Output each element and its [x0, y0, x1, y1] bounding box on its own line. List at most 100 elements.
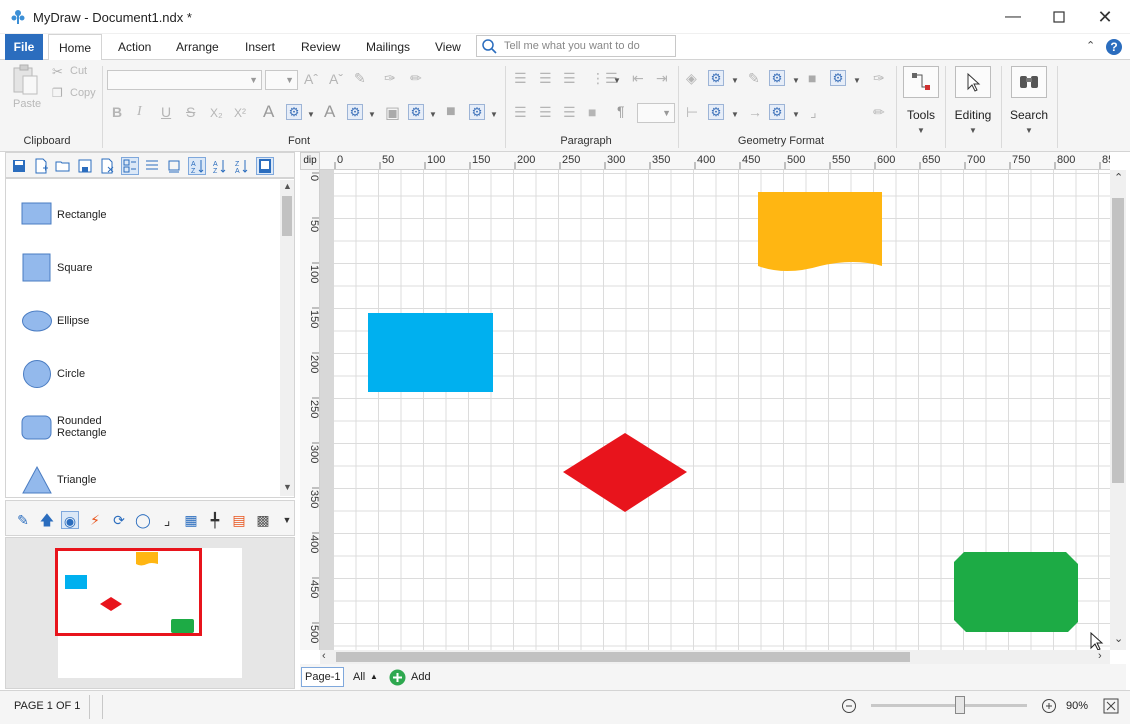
search-button[interactable]: [1011, 66, 1047, 98]
font-size-combo[interactable]: ▼: [265, 70, 298, 90]
elbow-connector-icon[interactable]: ⌟: [158, 511, 176, 529]
zoom-slider-track[interactable]: [871, 704, 1027, 707]
chevron-down-icon[interactable]: ▼: [792, 76, 800, 85]
canvas-horizontal-scrollbar[interactable]: ‹ ›: [320, 650, 1110, 664]
gear-icon[interactable]: ⚙: [408, 104, 424, 120]
zoom-out-icon[interactable]: [841, 698, 857, 714]
chevron-down-icon[interactable]: ▼: [917, 126, 925, 135]
tab-home[interactable]: Home: [48, 34, 103, 61]
open-library-button[interactable]: [54, 157, 72, 175]
scroll-right-icon[interactable]: ›: [1098, 650, 1102, 662]
arrow-up-pointer-icon[interactable]: 🡅: [38, 511, 56, 529]
scroll-left-icon[interactable]: ‹: [322, 650, 326, 662]
library-browser-button[interactable]: [256, 157, 274, 175]
zoom-in-icon[interactable]: [1041, 698, 1057, 714]
scrollbar-thumb[interactable]: [1112, 198, 1124, 483]
bold-icon[interactable]: B: [112, 104, 122, 120]
view-list-button[interactable]: [143, 157, 161, 175]
more-tools-icon[interactable]: ▼: [278, 511, 296, 529]
text-highlight-icon[interactable]: A: [324, 102, 335, 122]
format-painter-icon[interactable]: ✏: [410, 70, 422, 87]
chevron-down-icon[interactable]: ▼: [307, 110, 315, 119]
line-begin-icon[interactable]: ⊢: [686, 104, 698, 121]
scroll-up-icon[interactable]: ▲: [283, 181, 292, 191]
align-middle-icon[interactable]: ☰: [539, 70, 552, 87]
align-center-icon[interactable]: ☰: [539, 104, 552, 121]
zoom-slider-thumb[interactable]: [955, 696, 966, 714]
chevron-down-icon[interactable]: ▼: [490, 110, 498, 119]
underline-icon[interactable]: U: [161, 104, 171, 120]
sort-descending-button[interactable]: ZA: [232, 157, 250, 175]
shape-tool-icon[interactable]: ◉: [61, 511, 79, 529]
corner-rounding-icon[interactable]: ⌟: [810, 104, 817, 121]
gear-icon[interactable]: ⚙: [286, 104, 302, 120]
add-page-icon[interactable]: [389, 669, 406, 686]
strikethrough-icon[interactable]: S: [186, 104, 195, 120]
canvas-vertical-scrollbar[interactable]: ⌃ ⌄: [1110, 170, 1126, 650]
split-icon[interactable]: ╇: [206, 511, 224, 529]
eyedropper-icon[interactable]: ✑: [384, 70, 396, 87]
gear-icon[interactable]: ⚙: [769, 70, 785, 86]
gear-icon[interactable]: ⚙: [347, 104, 363, 120]
fit-to-window-icon[interactable]: [1103, 698, 1119, 714]
list-item-triangle[interactable]: [21, 465, 53, 505]
sort-default-button[interactable]: AZ: [188, 157, 206, 175]
chevron-down-icon[interactable]: ▼: [853, 76, 861, 85]
gear-icon[interactable]: ⚙: [769, 104, 785, 120]
superscript-icon[interactable]: X²: [234, 106, 246, 120]
format-painter-icon[interactable]: ✏: [873, 104, 885, 121]
gear-icon[interactable]: ⚙: [830, 70, 846, 86]
blue-rectangle-shape[interactable]: [368, 313, 493, 392]
view-icons-and-names-button[interactable]: [121, 157, 139, 175]
tab-file[interactable]: File: [5, 34, 43, 60]
chevron-down-icon[interactable]: ▼: [969, 126, 977, 135]
pilcrow-icon[interactable]: ¶: [617, 103, 625, 119]
maximize-button[interactable]: [1036, 0, 1082, 34]
align-left-icon[interactable]: ☰: [514, 104, 527, 121]
card-icon[interactable]: ▩: [254, 511, 272, 529]
list-item-ellipse[interactable]: [21, 309, 53, 349]
edit-text-icon[interactable]: ✎: [14, 511, 32, 529]
save-library-button[interactable]: [10, 157, 28, 175]
chevron-down-icon[interactable]: ▼: [792, 110, 800, 119]
tab-page-1[interactable]: Page-1: [301, 667, 345, 687]
tab-action[interactable]: Action: [108, 34, 161, 60]
shape-shadow-icon[interactable]: ■: [808, 70, 816, 86]
overview-viewport-frame[interactable]: [55, 548, 202, 636]
scroll-up-icon[interactable]: ⌃: [1114, 171, 1123, 184]
clear-format-icon[interactable]: ✎: [354, 70, 366, 87]
line-spacing-combo[interactable]: ▼: [637, 103, 675, 123]
font-family-combo[interactable]: ▼: [107, 70, 262, 90]
line-pen-icon[interactable]: ✎: [748, 70, 760, 87]
list-item-circle[interactable]: [21, 359, 53, 399]
chevron-up-icon[interactable]: ▲: [370, 672, 378, 681]
list-item-square[interactable]: [21, 253, 53, 293]
chevron-down-icon[interactable]: ▼: [1025, 126, 1033, 135]
tab-insert[interactable]: Insert: [235, 34, 285, 60]
tab-view[interactable]: View: [425, 34, 471, 60]
save-as-library-button[interactable]: [76, 157, 94, 175]
italic-icon[interactable]: I: [137, 104, 142, 120]
shadow-icon[interactable]: ■: [446, 103, 456, 121]
editing-button[interactable]: [955, 66, 991, 98]
map-icon[interactable]: ▦: [182, 511, 200, 529]
scrollbar-thumb[interactable]: [336, 652, 910, 662]
shapes-list-scrollbar[interactable]: ▲ ▼: [280, 180, 294, 496]
close-button[interactable]: ✕: [1082, 0, 1128, 34]
gear-icon[interactable]: ⚙: [708, 104, 724, 120]
subscript-icon[interactable]: X₂: [210, 106, 223, 120]
scroll-down-icon[interactable]: ▼: [283, 482, 292, 492]
cut-button[interactable]: Cut: [70, 65, 87, 77]
red-diamond-shape[interactable]: [563, 433, 687, 512]
collapse-ribbon-icon[interactable]: ⌃: [1086, 39, 1095, 52]
green-snip-corner-shape[interactable]: [954, 552, 1078, 632]
justify-icon[interactable]: ■: [588, 104, 596, 120]
add-page-button[interactable]: Add: [411, 671, 431, 683]
chevron-down-icon[interactable]: ▼: [368, 110, 376, 119]
chevron-down-icon[interactable]: ▼: [731, 76, 739, 85]
tell-me-box[interactable]: Tell me what you want to do: [476, 35, 676, 57]
lightning-connector-icon[interactable]: ⚡: [86, 511, 104, 529]
chevron-down-icon[interactable]: ▼: [613, 76, 621, 85]
copy-button[interactable]: Copy: [70, 87, 96, 99]
tools-button[interactable]: [903, 66, 939, 98]
